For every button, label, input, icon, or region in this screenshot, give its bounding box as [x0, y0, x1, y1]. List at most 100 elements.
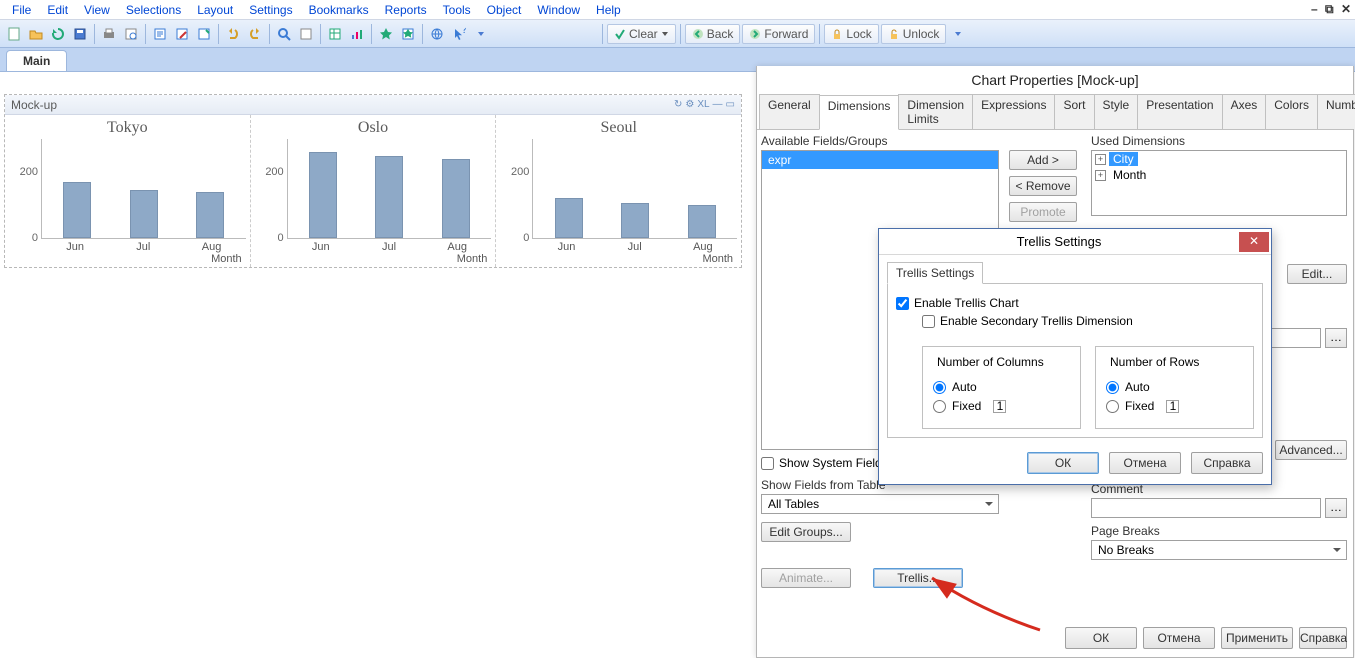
selections-icon[interactable]	[296, 24, 316, 44]
fastchange-icon[interactable]: ⚙	[685, 99, 694, 110]
edit-groups-button[interactable]: Edit Groups...	[761, 522, 851, 542]
panel-title: Oslo	[253, 119, 494, 137]
bookmarks-browse-icon[interactable]	[398, 24, 418, 44]
close-icon[interactable]: ✕	[1239, 232, 1269, 252]
panel-title: Tokyo	[7, 119, 248, 137]
rows-auto-radio[interactable]	[1106, 381, 1119, 394]
edit-script-icon[interactable]	[150, 24, 170, 44]
edit-expression-button[interactable]: Edit...	[1287, 264, 1347, 284]
trellis-button[interactable]: Trellis...	[873, 568, 963, 588]
menu-file[interactable]: File	[4, 3, 39, 17]
minimize-icon[interactable]: –	[1311, 2, 1318, 16]
menu-help[interactable]: Help	[588, 3, 629, 17]
tab-axes[interactable]: Axes	[1222, 94, 1267, 129]
reload-icon[interactable]	[172, 24, 192, 44]
menu-window[interactable]: Window	[529, 3, 588, 17]
page-breaks-dropdown[interactable]: No Breaks	[1091, 540, 1347, 560]
undo-icon[interactable]	[223, 24, 243, 44]
expand-icon[interactable]: +	[1095, 170, 1106, 181]
rows-fixed-input[interactable]	[1166, 400, 1179, 413]
list-item[interactable]: expr	[762, 151, 998, 169]
maximize-object-icon[interactable]: ▭	[726, 99, 735, 110]
export-xl-icon[interactable]: XL	[697, 99, 709, 110]
label-expr-button[interactable]: …	[1325, 328, 1347, 348]
help-button[interactable]: Справка	[1299, 627, 1347, 649]
cols-fixed-input[interactable]	[993, 400, 1006, 413]
tablebox-icon[interactable]	[325, 24, 345, 44]
tab-colors[interactable]: Colors	[1265, 94, 1318, 129]
comment-field[interactable]	[1091, 498, 1321, 518]
forward-button[interactable]: Forward	[742, 24, 815, 44]
expand-icon[interactable]: +	[1095, 154, 1106, 165]
tree-row[interactable]: +City	[1092, 151, 1346, 167]
tree-row[interactable]: +Month	[1092, 167, 1346, 183]
print-icon[interactable]	[99, 24, 119, 44]
refresh-icon[interactable]	[48, 24, 68, 44]
menu-selections[interactable]: Selections	[118, 3, 189, 17]
partial-reload-icon[interactable]	[194, 24, 214, 44]
chart-icon[interactable]	[347, 24, 367, 44]
tab-sort[interactable]: Sort	[1054, 94, 1094, 129]
menu-edit[interactable]: Edit	[39, 3, 76, 17]
tab-dimension-limits[interactable]: Dimension Limits	[898, 94, 973, 129]
menu-layout[interactable]: Layout	[189, 3, 241, 17]
chart-object[interactable]: Mock-up ↻ ⚙ XL — ▭ Tokyo0200JunJulAugMon…	[4, 94, 742, 268]
redo-icon[interactable]	[245, 24, 265, 44]
bookmark-star-icon[interactable]	[376, 24, 396, 44]
tab-general[interactable]: General	[759, 94, 820, 129]
menu-reports[interactable]: Reports	[377, 3, 435, 17]
trellis-help-button[interactable]: Справка	[1191, 452, 1263, 474]
search-icon[interactable]	[274, 24, 294, 44]
comment-expr-button[interactable]: …	[1325, 498, 1347, 518]
restore-icon[interactable]: ⧉	[1325, 2, 1334, 16]
menu-bookmarks[interactable]: Bookmarks	[301, 3, 377, 17]
tab-number[interactable]: Number	[1317, 94, 1355, 129]
rows-fixed-radio[interactable]	[1106, 400, 1119, 413]
enable-secondary-checkbox[interactable]	[922, 315, 935, 328]
print-preview-icon[interactable]	[121, 24, 141, 44]
advanced-button[interactable]: Advanced...	[1275, 440, 1347, 460]
menu-object[interactable]: Object	[479, 3, 530, 17]
tab-main[interactable]: Main	[6, 50, 67, 71]
tab-trellis-settings[interactable]: Trellis Settings	[887, 262, 983, 284]
tab-presentation[interactable]: Presentation	[1137, 94, 1222, 129]
main-toolbar: ? Clear Back Forward Lock Unlock	[0, 20, 1355, 48]
dropdown-chevron-icon[interactable]	[471, 24, 491, 44]
remove-button[interactable]: < Remove	[1009, 176, 1077, 196]
dropdown-chevron-icon[interactable]	[948, 24, 968, 44]
help-pointer-icon[interactable]: ?	[449, 24, 469, 44]
show-system-fields-checkbox[interactable]	[761, 457, 774, 470]
clear-button[interactable]: Clear	[607, 24, 676, 44]
tab-dimensions[interactable]: Dimensions	[819, 95, 900, 130]
trellis-cancel-button[interactable]: Отмена	[1109, 452, 1181, 474]
menu-view[interactable]: View	[76, 3, 118, 17]
close-icon[interactable]: ✕	[1341, 2, 1351, 16]
tab-style[interactable]: Style	[1094, 94, 1139, 129]
chart-titlebar[interactable]: Mock-up ↻ ⚙ XL — ▭	[5, 95, 741, 115]
ok-button[interactable]: ОК	[1065, 627, 1137, 649]
trellis-ok-button[interactable]: ОК	[1027, 452, 1099, 474]
menu-tools[interactable]: Tools	[435, 3, 479, 17]
back-button[interactable]: Back	[685, 24, 741, 44]
unlock-button[interactable]: Unlock	[881, 24, 947, 44]
menu-settings[interactable]: Settings	[241, 3, 300, 17]
minimize-object-icon[interactable]: —	[713, 99, 723, 110]
cols-fixed-radio[interactable]	[933, 400, 946, 413]
cancel-button[interactable]: Отмена	[1143, 627, 1215, 649]
x-tick-label: Jun	[307, 241, 335, 253]
save-icon[interactable]	[70, 24, 90, 44]
used-dimensions-tree[interactable]: +City +Month	[1091, 150, 1347, 216]
show-fields-table-dropdown[interactable]: All Tables	[761, 494, 999, 514]
tab-expressions[interactable]: Expressions	[972, 94, 1055, 129]
add-button[interactable]: Add >	[1009, 150, 1077, 170]
lock-button[interactable]: Lock	[824, 24, 878, 44]
enable-trellis-checkbox[interactable]	[896, 297, 909, 310]
promote-button[interactable]: Promote	[1009, 202, 1077, 222]
cycle-icon[interactable]: ↻	[674, 99, 682, 110]
open-folder-icon[interactable]	[26, 24, 46, 44]
animate-button[interactable]: Animate...	[761, 568, 851, 588]
new-file-icon[interactable]	[4, 24, 24, 44]
webview-icon[interactable]	[427, 24, 447, 44]
apply-button[interactable]: Применить	[1221, 627, 1293, 649]
cols-auto-radio[interactable]	[933, 381, 946, 394]
